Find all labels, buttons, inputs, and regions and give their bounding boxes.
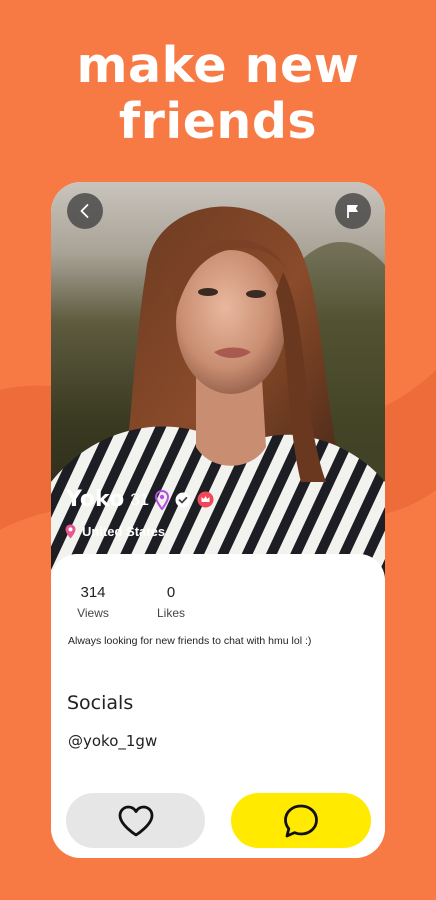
- profile-name-row: Yoko 31: [66, 487, 214, 512]
- like-button[interactable]: [66, 793, 205, 848]
- premium-badge-icon: [197, 491, 214, 508]
- chat-button[interactable]: [231, 793, 371, 848]
- profile-location: United States: [82, 524, 166, 539]
- profile-card: Yoko 31 United States 314 Views 0 Likes: [51, 182, 385, 858]
- headline: make new friends: [0, 38, 436, 150]
- likes-count: 0: [166, 584, 176, 601]
- profile-name: Yoko: [66, 487, 125, 512]
- profile-age: 31: [130, 489, 150, 509]
- back-button[interactable]: [67, 193, 103, 229]
- profile-location-row: United States: [65, 524, 165, 539]
- profile-photo: [51, 182, 385, 582]
- chat-bubble-icon: [284, 804, 318, 837]
- report-button[interactable]: [335, 193, 371, 229]
- views-label: Views: [77, 606, 109, 620]
- social-handle[interactable]: @yoko_1gw: [68, 732, 157, 750]
- views-stat: 314 Views: [71, 584, 115, 620]
- flag-icon: [347, 205, 358, 218]
- profile-bio: Always looking for new friends to chat w…: [68, 635, 312, 647]
- likes-label: Likes: [156, 606, 185, 620]
- likes-stat: 0 Likes: [149, 584, 193, 620]
- heart-icon: [118, 805, 153, 836]
- headline-line-1: make new: [76, 37, 360, 94]
- socials-title: Socials: [67, 692, 134, 714]
- profile-info-panel: 314 Views 0 Likes Always looking for new…: [51, 554, 385, 858]
- location-pin-icon: [65, 524, 76, 539]
- verified-icon: [175, 492, 191, 507]
- headline-line-2: friends: [118, 93, 318, 150]
- views-count: 314: [80, 584, 106, 601]
- chevron-left-icon: [80, 204, 89, 218]
- pin-icon: [155, 489, 170, 510]
